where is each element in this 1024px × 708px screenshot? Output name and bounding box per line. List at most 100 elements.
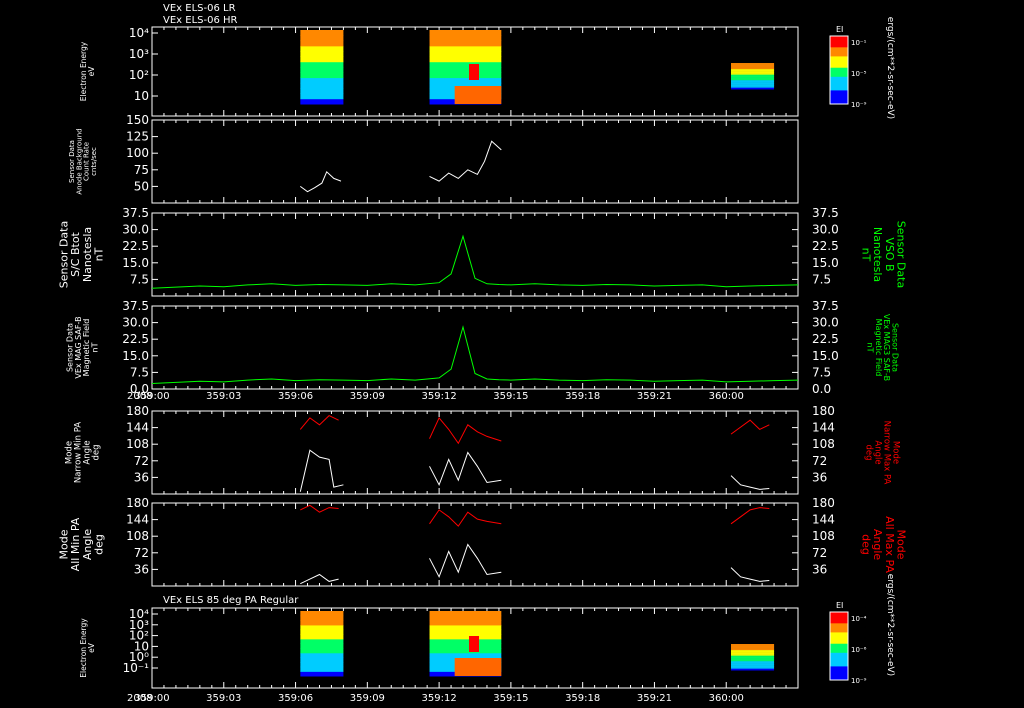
- spec1-cell: [300, 72, 344, 79]
- spec2-cell: [300, 662, 344, 668]
- header-line-1: VEx ELS-06 LR: [163, 3, 236, 14]
- all-ytick-label-right: 108: [812, 529, 835, 543]
- spec2-cell: [429, 629, 502, 635]
- spec1-cell: [429, 72, 502, 79]
- btot-ytick-label: 30.0: [122, 223, 149, 237]
- time-tick-label: 360:00: [709, 693, 744, 704]
- spec2-cell: [300, 629, 344, 635]
- all-series-0: [300, 504, 339, 513]
- all-ytick-label-right: 72: [812, 546, 827, 560]
- mag-ytick-label: 30.0: [122, 316, 149, 330]
- all-series-3: [300, 573, 339, 585]
- spec1-cell: [300, 77, 344, 84]
- mag-ylabel-label-3: nT: [91, 342, 100, 352]
- narrow-ytick-label-right: 180: [812, 404, 835, 418]
- spec1-ytick-label: 10²: [129, 68, 149, 82]
- btot-rlabel-label-3: nT: [860, 248, 873, 262]
- spec1-cell: [300, 30, 344, 36]
- spec1-units-label: ergs/(cm**2-sr-sec-eV): [885, 17, 895, 119]
- spec2-cell: [300, 643, 344, 649]
- background-ytick-label: 125: [126, 130, 149, 144]
- spec2-block-2: [731, 644, 775, 671]
- narrow-series-4: [429, 451, 502, 487]
- time-tick-label: 359:15: [493, 391, 528, 402]
- mag-ytick-label-right: 22.5: [812, 332, 839, 346]
- spec2-cell: [300, 648, 344, 654]
- time-tick-label: 360:00: [709, 391, 744, 402]
- all-ytick-label-right: 36: [812, 562, 827, 576]
- panel-mag: 0.0 0.07.5 7.515.0 15.022.5 22.530.0 30.037.5…: [65, 299, 899, 402]
- narrow-series-0: [299, 414, 339, 430]
- mag-ytick-label: 22.5: [122, 332, 149, 346]
- narrow-ytick-label: 180: [126, 404, 149, 418]
- spec2-cell: [429, 638, 502, 644]
- btot-frame: [151, 212, 799, 297]
- spec1-cell: [429, 56, 502, 63]
- spec2-cell: [300, 652, 344, 658]
- time-tick-label: 359:03: [206, 693, 241, 704]
- all-ytick-label: 108: [126, 529, 149, 543]
- spec1-cell: [300, 51, 344, 57]
- spec1-cell: [300, 98, 344, 105]
- spec1-cell: [429, 61, 502, 68]
- spec1-ytick-label: 10³: [129, 47, 149, 61]
- spec2-cell: [300, 634, 344, 640]
- spec1-ytick-label: 10: [134, 89, 149, 103]
- spec2-units-label: ergs/(cm**2-sr-sec-eV): [885, 574, 895, 676]
- btot-ytick-label-right: 7.5: [812, 272, 831, 286]
- panel-spec2: 10⁻¹10⁰1010²10³10⁴EI10⁻⁴10⁻⁶10⁻⁹ergs/(cm…: [79, 574, 895, 704]
- spec2-cell: [429, 611, 502, 617]
- spec1-ylabel-label-1: eV: [87, 66, 96, 77]
- narrow-ytick-label: 144: [126, 421, 149, 435]
- mag-ytick-label-right: 0.0: [812, 382, 831, 396]
- spec1-colorbar: EI 10⁻¹ 10⁻⁵ 10⁻⁹: [829, 25, 867, 109]
- background-series-1: [429, 140, 502, 182]
- mag-ytick-label: 15.0: [122, 349, 149, 363]
- spec2-cell: [429, 643, 502, 649]
- spec2-cell: [300, 666, 344, 672]
- spec1-cell: [300, 61, 344, 68]
- spec1-cell: [429, 67, 502, 73]
- btot-ytick-label-right: 37.5: [812, 206, 839, 220]
- narrow-ytick-label: 36: [134, 470, 149, 484]
- spec1-cell: [300, 88, 344, 94]
- panels: 10 10² 10³ 10⁴ EI 10⁻¹ 10⁻⁵ 10⁻⁹ ergs/(cm**2-sr-…: [58, 17, 908, 704]
- spec2-cell: [429, 648, 502, 654]
- time-tick-label: 359:06: [278, 693, 313, 704]
- background-ytick-label: 50: [134, 179, 149, 193]
- background-ytick-label: 100: [126, 146, 149, 160]
- btot-ytick-label: 7.5: [130, 272, 149, 286]
- chart-canvas: VEx ELS-06 LR VEx ELS-06 HR 10 10² 10³ 10⁴ E…: [58, 3, 908, 704]
- narrow-ytick-label-right: 72: [812, 454, 827, 468]
- all-series-1: [429, 509, 502, 527]
- spec1-hot-cell: [454, 86, 502, 104]
- spec2-cell: [300, 615, 344, 621]
- btot-ytick-label: 22.5: [122, 239, 149, 253]
- time-tick-label: 359:21: [637, 693, 672, 704]
- mag-ytick-label-right: 15.0: [812, 349, 839, 363]
- mag-series-0: [151, 325, 799, 384]
- time-tick-label: 359:06: [278, 391, 313, 402]
- spec2-colorbar-title: EI: [836, 601, 843, 610]
- spec1-cell: [429, 51, 502, 57]
- spec1-cell: [300, 45, 344, 52]
- narrow-ytick-label: 108: [126, 437, 149, 451]
- spec1-cell: [300, 56, 344, 63]
- spec1-cell: [429, 30, 502, 36]
- narrow-ytick-label-right: 144: [812, 421, 835, 435]
- narrow-series-1: [429, 416, 502, 445]
- narrow-ytick-label-right: 108: [812, 437, 835, 451]
- spec2-ylabel-label-1: eV: [87, 642, 96, 653]
- background-frame: [151, 119, 799, 204]
- spec1-cell: [300, 93, 344, 100]
- narrow-series-5: [730, 475, 770, 490]
- spec1-cell: [300, 35, 344, 42]
- spec1-cell: [300, 40, 344, 47]
- all-ytick-label: 72: [134, 546, 149, 560]
- spec1-block-0: [300, 30, 344, 105]
- narrow-ylabel-label-3: deg: [91, 444, 101, 460]
- time-tick-label: 359:18: [565, 391, 600, 402]
- spec2-cell: [300, 671, 344, 677]
- spec1-cell: [731, 63, 775, 66]
- all-series-2: [730, 507, 770, 525]
